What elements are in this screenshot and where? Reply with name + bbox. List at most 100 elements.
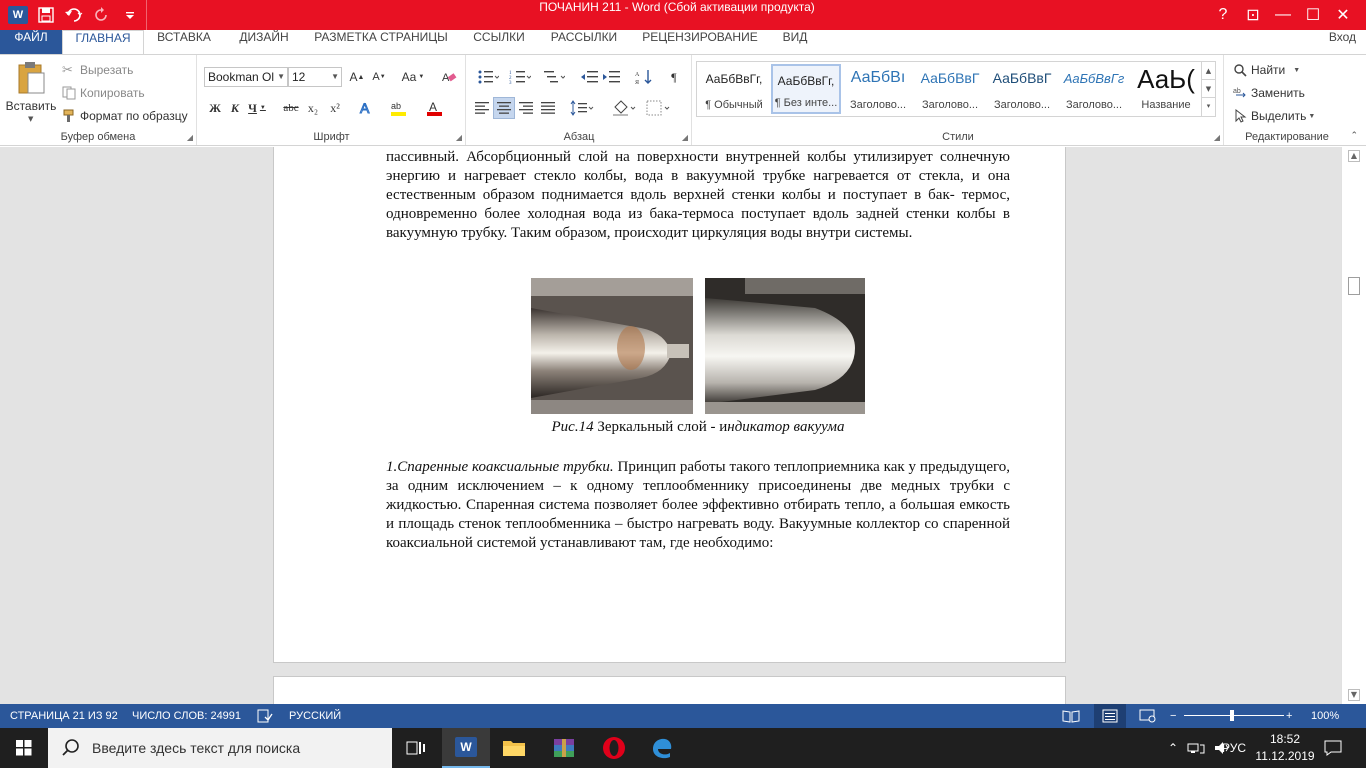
chevron-down-icon[interactable]: ▼ — [1202, 80, 1215, 98]
customize-qat-icon[interactable] — [120, 5, 140, 25]
align-center-button[interactable] — [493, 97, 515, 119]
style-heading-3[interactable]: АаБбВвГ Заголово... — [987, 64, 1057, 114]
align-left-button[interactable] — [471, 97, 493, 119]
select-button[interactable]: Выделить ▼ — [1233, 105, 1315, 127]
paragraph-launcher-icon[interactable]: ◢ — [682, 133, 688, 142]
figure-photo-left[interactable] — [531, 278, 693, 414]
figure-photo-right[interactable] — [705, 278, 865, 414]
find-button[interactable]: Найти ▼ — [1233, 59, 1300, 81]
cut-button[interactable]: ✂ Вырезать — [62, 59, 133, 81]
underline-button[interactable]: Ч ▼ — [246, 97, 268, 119]
close-button[interactable]: ✕ — [1328, 0, 1358, 30]
clipboard-launcher-icon[interactable]: ◢ — [187, 133, 193, 142]
strikethrough-button[interactable]: abc — [280, 97, 302, 119]
font-name-combo[interactable]: Bookman Ol ▼ — [204, 67, 288, 87]
align-right-button[interactable] — [515, 97, 537, 119]
multilevel-list-button[interactable] — [539, 66, 569, 88]
scroll-up-icon[interactable]: ▲ — [1348, 150, 1360, 162]
collapse-ribbon-icon[interactable]: ⌃ — [1350, 131, 1358, 141]
show-marks-button[interactable]: ¶ — [663, 66, 685, 88]
style-heading-1[interactable]: АаБбВı Заголово... — [843, 64, 913, 114]
numbering-button[interactable]: 123 — [505, 66, 535, 88]
paste-button[interactable]: Вставить ▼ — [4, 59, 58, 127]
taskbar-clock[interactable]: 18:52 11.12.2019 — [1255, 731, 1315, 765]
tab-view[interactable]: ВИД — [772, 30, 818, 54]
gallery-more-icon[interactable]: ▾ — [1202, 98, 1215, 114]
style-heading-4[interactable]: АаБбВвГг Заголово... — [1059, 64, 1129, 114]
signin-link[interactable]: Вход — [1329, 30, 1356, 44]
tab-review[interactable]: РЕЦЕНЗИРОВАНИЕ — [636, 30, 764, 54]
word-count[interactable]: ЧИСЛО СЛОВ: 24991 — [132, 704, 241, 728]
format-painter-button[interactable]: Формат по образцу — [62, 105, 188, 127]
superscript-button[interactable]: x² — [324, 97, 346, 119]
notifications-icon[interactable] — [1320, 728, 1346, 768]
vertical-scrollbar[interactable]: ▲ ▼ — [1341, 147, 1366, 704]
replace-button[interactable]: ab Заменить — [1233, 82, 1305, 104]
taskbar-word-icon[interactable]: W — [442, 728, 490, 768]
word-app-icon[interactable]: W — [8, 5, 28, 25]
italic-button[interactable]: К — [224, 97, 246, 119]
help-button[interactable]: ? — [1208, 0, 1238, 30]
style-normal[interactable]: АаБбВвГг, ¶ Обычный — [699, 64, 769, 114]
style-no-spacing[interactable]: АаБбВвГг, ¶ Без инте... — [771, 64, 841, 114]
chevron-up-icon[interactable]: ▲ — [1202, 62, 1215, 80]
tab-home[interactable]: ГЛАВНАЯ — [62, 30, 144, 55]
language-indicator[interactable]: РУССКИЙ — [289, 704, 341, 728]
scroll-thumb[interactable] — [1348, 277, 1360, 295]
tab-file[interactable]: ФАЙЛ — [0, 30, 62, 54]
taskbar-explorer-icon[interactable] — [490, 728, 538, 768]
tab-layout[interactable]: РАЗМЕТКА СТРАНИЦЫ — [308, 30, 454, 54]
redo-icon[interactable] — [92, 5, 112, 25]
line-spacing-button[interactable] — [567, 97, 597, 119]
bold-button[interactable]: Ж — [204, 97, 226, 119]
maximize-button[interactable]: ☐ — [1298, 0, 1328, 30]
taskbar-winrar-icon[interactable] — [540, 728, 588, 768]
taskbar-opera-icon[interactable] — [590, 728, 638, 768]
tab-design[interactable]: ДИЗАЙН — [226, 30, 302, 54]
zoom-out-icon[interactable]: − — [1170, 704, 1176, 728]
paragraph-2[interactable]: 1.Спаренные коаксиальные трубки. Принцип… — [386, 458, 1010, 553]
minimize-button[interactable]: — — [1268, 0, 1298, 30]
input-language[interactable]: РУС — [1216, 728, 1252, 768]
shading-button[interactable] — [609, 97, 639, 119]
task-view-icon[interactable] — [392, 728, 440, 768]
paragraph-1[interactable]: пассивный. Абсорбционный слой на поверхн… — [386, 148, 1010, 243]
tab-references[interactable]: ССЫЛКИ — [462, 30, 536, 54]
show-hidden-icons-icon[interactable]: ⌃ — [1162, 728, 1184, 768]
subscript-button[interactable]: x₂ — [302, 97, 324, 119]
decrease-indent-button[interactable] — [579, 66, 601, 88]
paste-dropdown-icon[interactable]: ▼ — [28, 115, 33, 123]
scroll-down-icon[interactable]: ▼ — [1348, 689, 1360, 701]
borders-button[interactable] — [643, 97, 673, 119]
taskbar-search[interactable]: Введите здесь текст для поиска — [48, 728, 392, 768]
page-counter[interactable]: СТРАНИЦА 21 ИЗ 92 — [10, 704, 118, 728]
zoom-in-icon[interactable]: + — [1286, 704, 1292, 728]
increase-indent-button[interactable] — [601, 66, 623, 88]
styles-gallery-scroll[interactable]: ▲ ▼ ▾ — [1201, 62, 1215, 116]
ribbon-display-options-button[interactable]: ⊡ — [1238, 0, 1268, 30]
start-button[interactable] — [0, 728, 48, 768]
font-size-combo[interactable]: 12 ▼ — [288, 67, 342, 87]
styles-launcher-icon[interactable]: ◢ — [1214, 133, 1220, 142]
font-color-button[interactable]: A — [424, 97, 446, 119]
style-heading-2[interactable]: АаБбВвГ Заголово... — [915, 64, 985, 114]
justify-button[interactable] — [537, 97, 559, 119]
copy-button[interactable]: Копировать — [62, 82, 145, 104]
zoom-level[interactable]: 100% — [1311, 704, 1339, 728]
network-icon[interactable] — [1184, 728, 1208, 768]
font-launcher-icon[interactable]: ◢ — [456, 133, 462, 142]
taskbar-edge-icon[interactable] — [638, 728, 686, 768]
tab-mailings[interactable]: РАССЫЛКИ — [542, 30, 626, 54]
bullets-button[interactable] — [473, 66, 503, 88]
grow-font-button[interactable]: A ▲ — [346, 66, 368, 88]
text-effects-button[interactable]: A — [356, 97, 378, 119]
style-title[interactable]: АаЬ( Название — [1131, 64, 1201, 114]
highlight-button[interactable]: ab — [388, 97, 410, 119]
undo-icon[interactable] — [64, 5, 84, 25]
shrink-font-button[interactable]: A ▼ — [368, 66, 390, 88]
change-case-button[interactable]: Aa ▼ — [398, 66, 428, 88]
clear-formatting-button[interactable]: A — [438, 66, 460, 88]
tab-insert[interactable]: ВСТАВКА — [148, 30, 220, 54]
sort-button[interactable]: AЯ — [633, 66, 655, 88]
save-icon[interactable] — [36, 5, 56, 25]
